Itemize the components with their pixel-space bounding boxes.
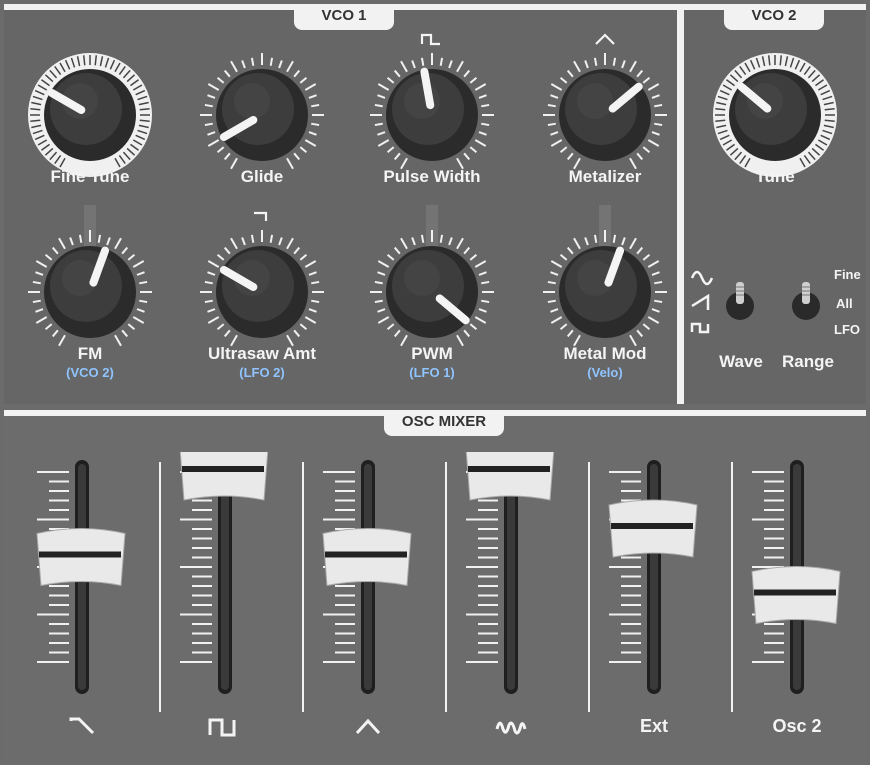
glide-label: Glide [240,167,284,186]
vco1-title: VCO 1 [294,4,394,30]
metal-mod-label: Metal Mod [563,344,647,363]
glide-knob[interactable] [197,50,327,185]
pulse-width-knob[interactable] [367,50,497,185]
ultrasaw-amt-mod-source: (LFO 2) [239,365,285,380]
triangle-wave-icon [355,718,381,735]
metal-mod-mod-source: (Velo) [587,365,623,380]
fine-tune-knob[interactable] [25,50,155,185]
range-option-fine: Fine [834,267,861,282]
square-wave-icon [420,33,440,46]
pulse-width-label: Pulse Width [383,167,481,186]
wave-switch[interactable] [722,278,758,324]
synth-panel: VCO 1 VCO 2 OSC MIXER Fine Tune Glide Puls… [0,0,870,765]
fm-knob[interactable] [25,227,155,362]
saw-wave-icon [691,293,710,310]
osc2-fader-label: Osc 2 [772,716,822,736]
range-switch[interactable] [788,278,824,324]
noise-fader[interactable] [446,452,576,712]
fm-mod-source: (VCO 2) [66,365,114,380]
wave-label: Wave [719,352,763,371]
ext-fader[interactable] [589,452,719,712]
square-wave-icon [690,322,710,334]
square-wave-icon [208,718,236,737]
vco-separator [677,4,684,404]
pwm-knob[interactable] [367,227,497,362]
fine-tune-label: Fine Tune [50,167,130,186]
ultrasaw-amt-label: Ultrasaw Amt [207,344,317,363]
range-option-lfo: LFO [834,322,860,337]
noise-wave-icon [495,721,527,735]
range-option-all: All [836,296,853,311]
osc2-fader[interactable] [732,452,862,712]
sine-wave-icon [690,270,714,286]
wave-option-icons [690,270,714,334]
pwm-label: PWM [411,344,453,363]
saw-fader[interactable] [17,452,147,712]
metalizer-label: Metalizer [568,167,642,186]
ultrasaw-amt-knob[interactable] [197,227,327,362]
metalizer-knob[interactable] [540,50,670,185]
triangle-wave-icon [595,33,615,45]
triangle-fader[interactable] [303,452,433,712]
metal-mod-knob[interactable] [540,227,670,362]
ext-fader-label: Ext [639,716,669,736]
fm-label: FM [77,344,103,363]
saw-wave-icon [254,211,268,221]
vco2-title: VCO 2 [724,4,824,30]
saw-wave-icon [69,717,95,735]
square-fader[interactable] [160,452,290,712]
range-label: Range [782,352,834,371]
tune-label: Tune [755,167,795,186]
tune-knob[interactable] [710,50,840,185]
mixer-title: OSC MIXER [384,410,504,436]
pwm-mod-source: (LFO 1) [409,365,455,380]
